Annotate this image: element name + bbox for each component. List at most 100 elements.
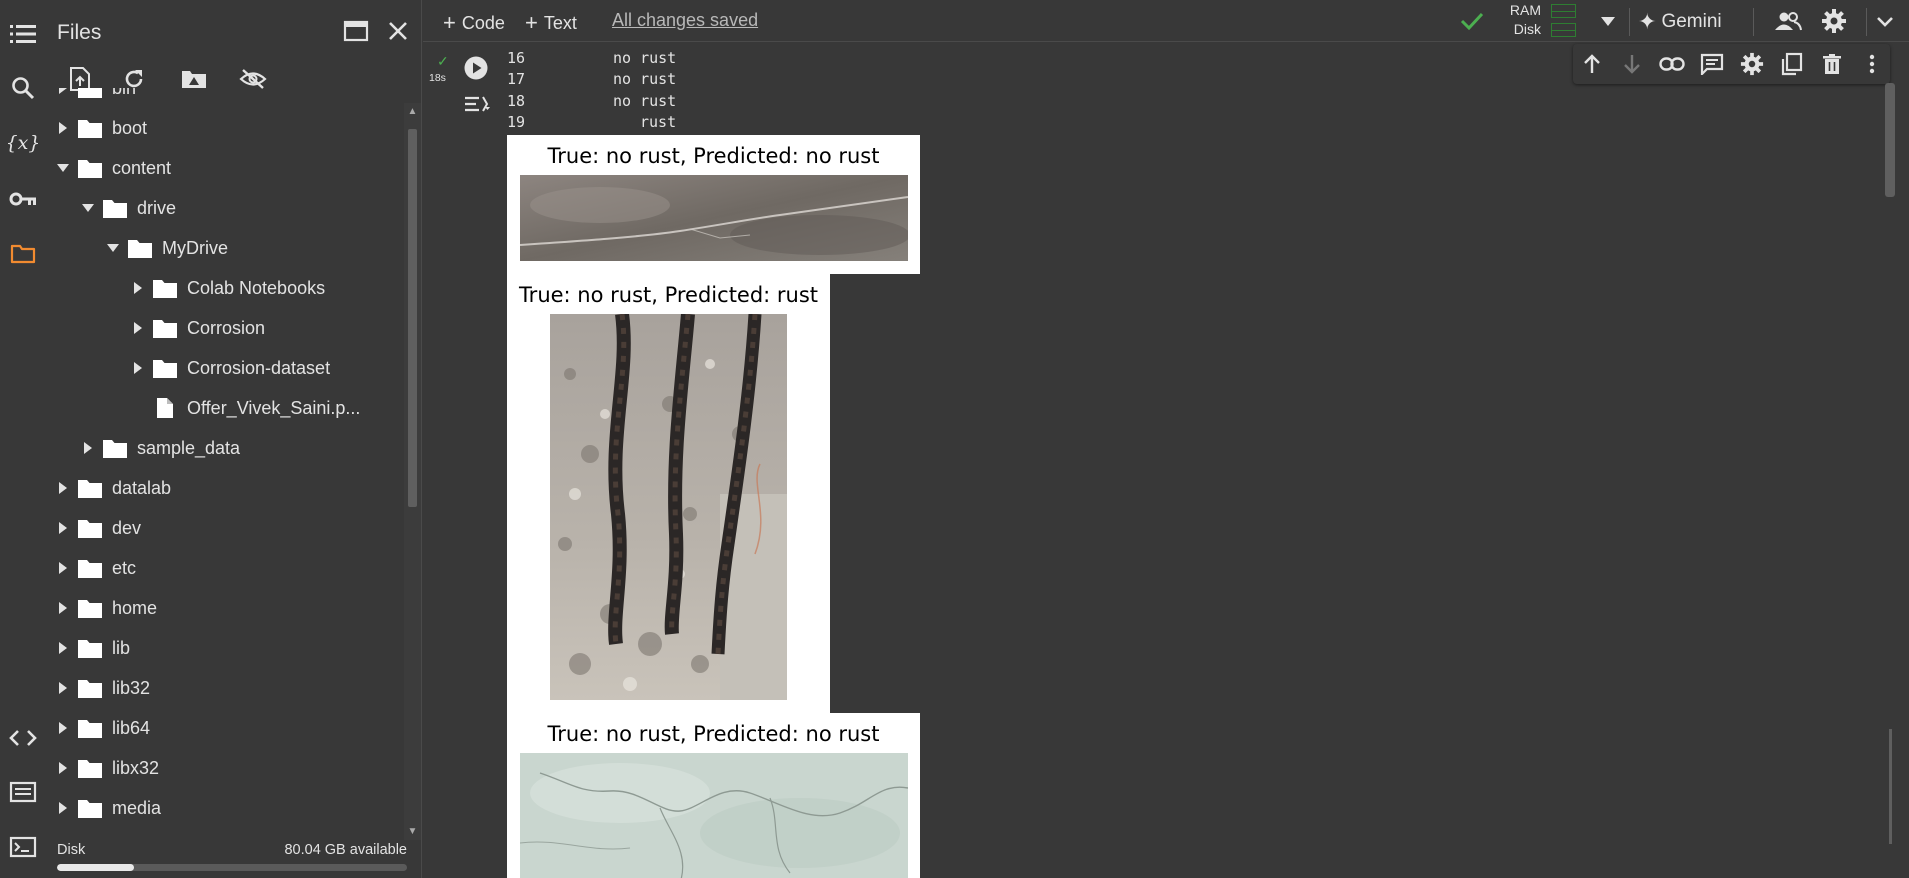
tree-item-label: datalab: [112, 477, 172, 498]
folder-row[interactable]: dev: [46, 508, 141, 548]
scroll-up-arrow[interactable]: ▲: [407, 106, 418, 117]
scroll-down-arrow[interactable]: ▼: [407, 826, 418, 837]
prediction-figure: True: no rust, Predicted: rust: [507, 274, 830, 713]
folder-row[interactable]: datalab: [46, 468, 171, 508]
tree-item-label: dev: [112, 517, 142, 538]
search-icon[interactable]: [6, 71, 40, 105]
tree-item-label: home: [112, 597, 158, 618]
add-code-label: Code: [461, 12, 505, 33]
files-scroll-thumb[interactable]: [408, 129, 417, 507]
chevron-right-icon[interactable]: [51, 508, 75, 548]
table-of-contents-icon[interactable]: [6, 17, 40, 51]
folder-row[interactable]: content: [46, 148, 171, 188]
tree-item-label: Offer_Vivek_Saini.p...: [187, 397, 361, 418]
folder-row[interactable]: Colab Notebooks: [121, 268, 325, 308]
files-scrollbar[interactable]: ▲ ▼: [404, 103, 421, 840]
variables-icon[interactable]: {x}: [6, 126, 40, 160]
sidebar-rail: {x}: [0, 0, 46, 878]
toolbar-divider: [1753, 8, 1754, 36]
folder-row[interactable]: bin: [46, 88, 136, 108]
output-value: rust: [640, 113, 677, 131]
files-panel: Files bin boot content drive MyDrive Colab No…: [46, 0, 422, 878]
terminal-icon[interactable]: [6, 830, 40, 864]
chevron-right-icon[interactable]: [51, 788, 75, 828]
folder-row[interactable]: home: [46, 588, 157, 628]
notebook-scrollbar[interactable]: [1882, 43, 1899, 878]
chevron-down-icon[interactable]: [51, 148, 75, 188]
folder-row[interactable]: Corrosion-dataset: [121, 348, 330, 388]
save-status[interactable]: All changes saved: [612, 10, 758, 31]
add-text-button[interactable]: + Text: [525, 10, 577, 36]
resources-indicator[interactable]: RAM Disk: [1493, 1, 1583, 41]
folder-icon: [75, 788, 105, 828]
runtime-dropdown-icon[interactable]: [1590, 3, 1626, 39]
folder-row[interactable]: lib64: [46, 708, 150, 748]
cracked-wall-image: [520, 753, 908, 878]
folder-icon: [125, 228, 155, 268]
folder-row[interactable]: sample_data: [71, 428, 240, 468]
file-row[interactable]: Offer_Vivek_Saini.p...: [121, 388, 360, 428]
disk-available: 80.04 GB available: [284, 842, 407, 858]
chevron-right-icon[interactable]: [51, 628, 75, 668]
chevron-right-icon[interactable]: [126, 308, 150, 348]
chevron-right-icon[interactable]: [51, 588, 75, 628]
files-panel-title: Files: [57, 21, 102, 44]
output-index: 16: [507, 49, 526, 67]
folder-icon: [75, 88, 105, 108]
folder-icon: [75, 148, 105, 188]
chevron-right-icon[interactable]: [51, 548, 75, 588]
folder-icon: [75, 708, 105, 748]
execution-success-icon: ✓: [437, 53, 449, 69]
chevron-right-icon[interactable]: [51, 88, 75, 108]
gemini-label: Gemini: [1661, 11, 1722, 32]
folder-row[interactable]: Corrosion: [121, 308, 265, 348]
folder-row[interactable]: MyDrive: [96, 228, 228, 268]
chevron-right-icon[interactable]: [76, 428, 100, 468]
chevron-right-icon[interactable]: [51, 468, 75, 508]
chevron-down-icon[interactable]: [76, 188, 100, 228]
chevron-down-icon[interactable]: [101, 228, 125, 268]
folder-row[interactable]: lib: [46, 628, 130, 668]
folder-icon[interactable]: [6, 237, 40, 271]
output-index: 17: [507, 70, 526, 88]
gemini-button[interactable]: ✦ Gemini: [1638, 9, 1722, 35]
secrets-key-icon[interactable]: [6, 182, 40, 216]
folder-row[interactable]: etc: [46, 548, 136, 588]
chevron-right-icon[interactable]: [51, 708, 75, 748]
close-icon[interactable]: [381, 14, 415, 48]
add-text-label: Text: [543, 12, 577, 33]
output-scroll-indicator: [1889, 729, 1892, 844]
toolbar-divider: [1629, 8, 1630, 36]
folder-icon: [100, 428, 130, 468]
code-snippets-icon[interactable]: [6, 721, 40, 755]
folder-icon: [75, 468, 105, 508]
chevron-right-icon[interactable]: [51, 668, 75, 708]
chevron-right-icon[interactable]: [126, 268, 150, 308]
output-value: no rust: [613, 92, 677, 110]
connected-check-icon: [1454, 3, 1490, 39]
disk-label-top: Disk: [1513, 21, 1541, 37]
share-people-icon[interactable]: [1770, 3, 1806, 39]
file-icon: [150, 388, 180, 428]
output-index: 18: [507, 92, 526, 110]
chevron-right-icon[interactable]: [51, 748, 75, 788]
command-palette-icon[interactable]: [6, 775, 40, 809]
caret-spacer: [126, 388, 150, 428]
add-code-button[interactable]: + Code: [443, 10, 505, 36]
disk-label: Disk: [57, 842, 86, 858]
folder-row[interactable]: boot: [46, 108, 147, 148]
folder-row[interactable]: lib32: [46, 668, 150, 708]
output-actions-icon[interactable]: [463, 93, 491, 115]
settings-gear-icon[interactable]: [1816, 3, 1852, 39]
chevron-right-icon[interactable]: [51, 108, 75, 148]
folder-row[interactable]: libx32: [46, 748, 159, 788]
tree-item-label: content: [112, 157, 172, 178]
open-in-window-icon[interactable]: [339, 14, 373, 48]
notebook-scroll-thumb[interactable]: [1885, 83, 1895, 197]
chevron-down-icon[interactable]: [1867, 3, 1903, 39]
figure-title: True: no rust, Predicted: no rust: [547, 144, 880, 168]
chevron-right-icon[interactable]: [126, 348, 150, 388]
run-cell-button[interactable]: [464, 56, 488, 80]
folder-row[interactable]: media: [46, 788, 161, 828]
folder-row[interactable]: drive: [71, 188, 176, 228]
